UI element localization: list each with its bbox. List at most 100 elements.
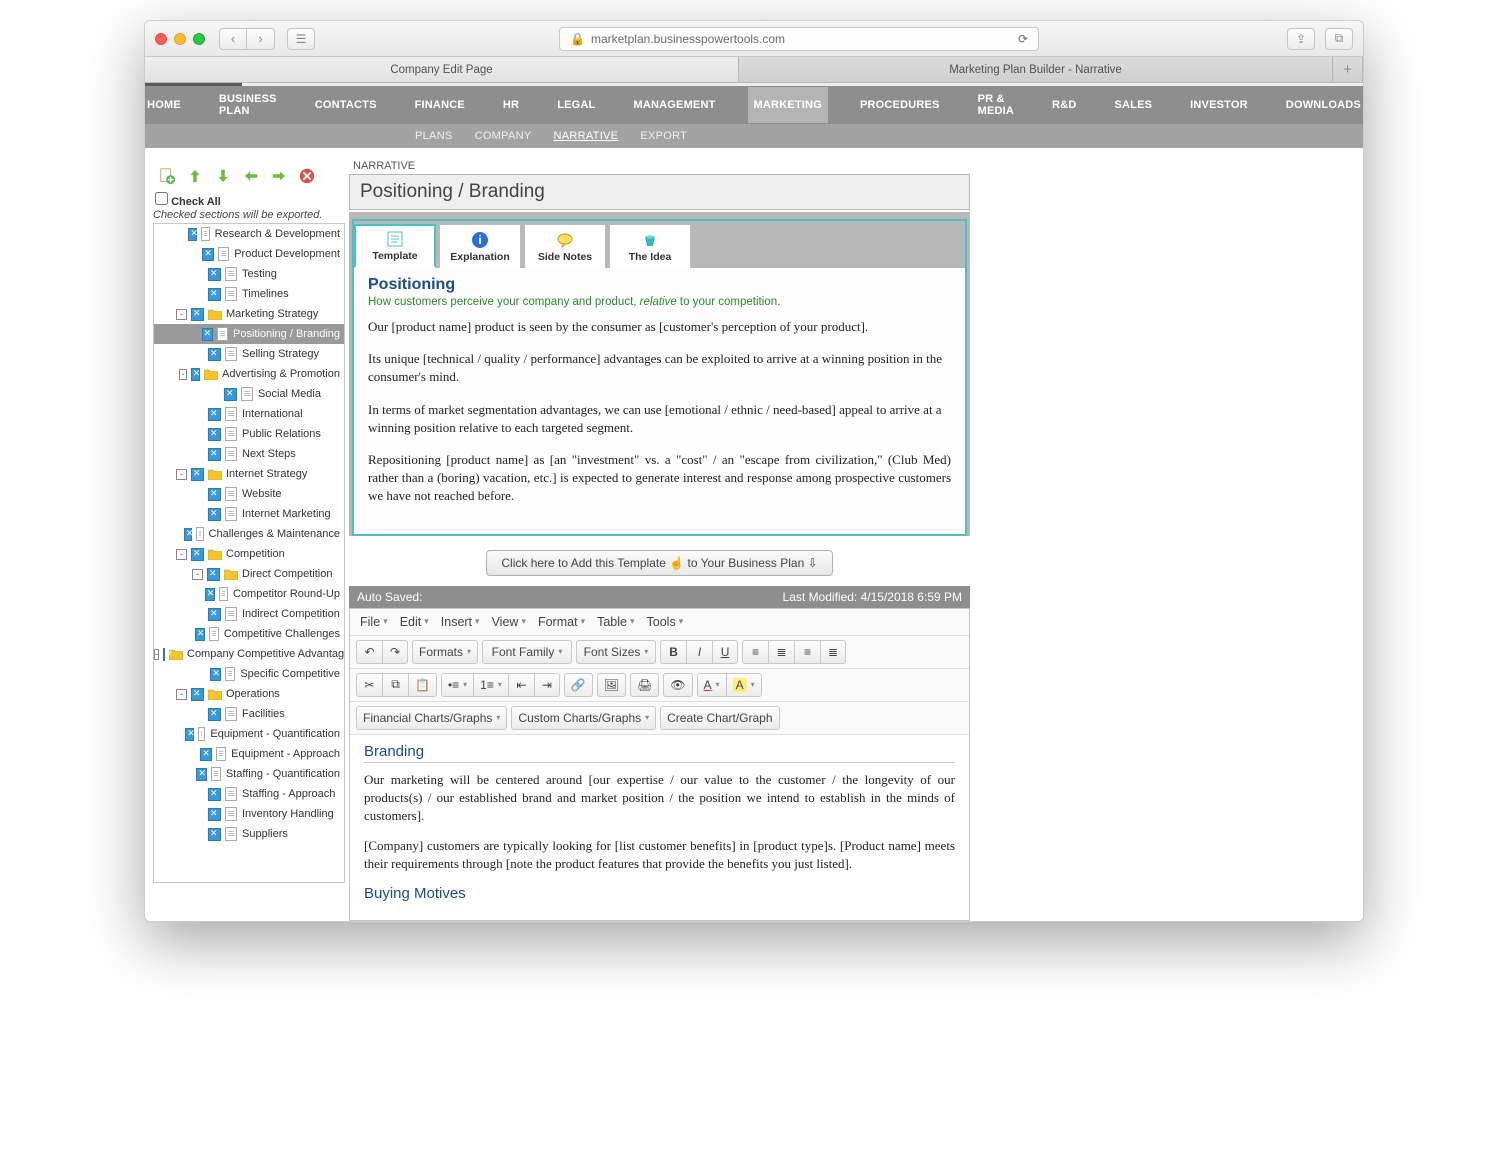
- editor-menu[interactable]: Table: [593, 613, 638, 631]
- tree-item[interactable]: -Internet Strategy: [154, 464, 344, 484]
- tree-item[interactable]: International: [154, 404, 344, 424]
- tree-item[interactable]: Next Steps: [154, 444, 344, 464]
- tree-item[interactable]: Staffing - Approach: [154, 784, 344, 804]
- align-left-icon[interactable]: ≡: [742, 640, 768, 664]
- underline-icon[interactable]: U: [712, 640, 738, 664]
- expand-icon[interactable]: -: [154, 649, 159, 660]
- align-center-icon[interactable]: ≣: [768, 640, 794, 664]
- formats-dropdown[interactable]: Formats: [412, 640, 478, 664]
- mainnav-item[interactable]: MARKETING: [748, 87, 828, 123]
- mainnav-item[interactable]: INVESTOR: [1184, 87, 1254, 123]
- tabs-icon[interactable]: ⧉: [1325, 28, 1353, 50]
- check-icon[interactable]: [208, 428, 221, 441]
- expand-icon[interactable]: -: [176, 469, 187, 480]
- tree-item[interactable]: -Advertising & Promotion: [154, 364, 344, 384]
- check-icon[interactable]: [191, 368, 200, 381]
- check-icon[interactable]: [208, 488, 221, 501]
- check-all-checkbox[interactable]: [155, 192, 168, 205]
- editor-menu[interactable]: Edit: [396, 613, 433, 631]
- mainnav-item[interactable]: PR & MEDIA: [972, 81, 1020, 129]
- tree-item[interactable]: Specific Competitive: [154, 664, 344, 684]
- card-tab[interactable]: Side Notes: [524, 224, 606, 268]
- tree-item[interactable]: Selling Strategy: [154, 344, 344, 364]
- check-icon[interactable]: [208, 828, 221, 841]
- check-icon[interactable]: [185, 728, 193, 741]
- check-icon[interactable]: [208, 508, 221, 521]
- forward-button[interactable]: ›: [247, 28, 275, 50]
- check-icon[interactable]: [208, 268, 221, 281]
- sidebar-toggle-icon[interactable]: ☰: [287, 28, 315, 50]
- move-left-icon[interactable]: [241, 166, 261, 186]
- subnav-item[interactable]: PLANS: [415, 130, 453, 142]
- tree-item[interactable]: Social Media: [154, 384, 344, 404]
- tree-item[interactable]: Competitive Challenges: [154, 624, 344, 644]
- tree-item[interactable]: Suppliers: [154, 824, 344, 844]
- tree-item[interactable]: Staffing - Quantification: [154, 764, 344, 784]
- editor-menu[interactable]: Insert: [437, 613, 484, 631]
- print-icon[interactable]: 🖨: [630, 673, 659, 697]
- expand-icon[interactable]: -: [176, 309, 187, 320]
- tree-item[interactable]: -Operations: [154, 684, 344, 704]
- fontfamily-dropdown[interactable]: Font Family: [482, 640, 572, 664]
- mainnav-item[interactable]: PROCEDURES: [854, 87, 946, 123]
- mainnav-item[interactable]: DOWNLOADS: [1280, 87, 1364, 123]
- expand-icon[interactable]: -: [192, 569, 203, 580]
- tree-item[interactable]: Challenges & Maintenance: [154, 524, 344, 544]
- card-tab[interactable]: Template: [354, 224, 436, 268]
- tree-item[interactable]: -Direct Competition: [154, 564, 344, 584]
- tree-item[interactable]: Timelines: [154, 284, 344, 304]
- financial-charts-dropdown[interactable]: Financial Charts/Graphs: [356, 706, 507, 730]
- link-icon[interactable]: 🔗: [564, 673, 593, 697]
- tree-item[interactable]: Testing: [154, 264, 344, 284]
- editor-menu[interactable]: Tools: [643, 613, 688, 631]
- move-down-icon[interactable]: [213, 166, 233, 186]
- tree-item[interactable]: Indirect Competition: [154, 604, 344, 624]
- back-button[interactable]: ‹: [219, 28, 247, 50]
- subnav-item[interactable]: NARRATIVE: [553, 130, 618, 142]
- mainnav-item[interactable]: MANAGEMENT: [627, 87, 721, 123]
- check-icon[interactable]: [208, 788, 221, 801]
- mainnav-item[interactable]: BUSINESS PLAN: [213, 81, 283, 129]
- new-tab-button[interactable]: +: [1333, 57, 1363, 82]
- italic-icon[interactable]: I: [686, 640, 712, 664]
- check-icon[interactable]: [208, 288, 221, 301]
- check-icon[interactable]: [191, 308, 204, 321]
- maximize-window-icon[interactable]: [193, 33, 205, 45]
- subnav-item[interactable]: EXPORT: [640, 130, 687, 142]
- tree-item[interactable]: -Company Competitive Advantages: [154, 644, 344, 664]
- text-color-icon[interactable]: A: [697, 673, 726, 697]
- check-icon[interactable]: [205, 588, 215, 601]
- mainnav-item[interactable]: FINANCE: [409, 87, 471, 123]
- align-right-icon[interactable]: ≡: [794, 640, 820, 664]
- mainnav-item[interactable]: CONTACTS: [309, 87, 383, 123]
- bullet-list-icon[interactable]: •≡: [441, 673, 473, 697]
- tree-item[interactable]: Positioning / Branding: [154, 324, 344, 344]
- bold-icon[interactable]: B: [660, 640, 686, 664]
- address-bar[interactable]: 🔒 marketplan.businesspowertools.com ⟳: [559, 27, 1039, 51]
- mainnav-item[interactable]: R&D: [1046, 87, 1082, 123]
- redo-icon[interactable]: ↷: [382, 640, 408, 664]
- tree-item[interactable]: Competitor Round-Up: [154, 584, 344, 604]
- tree-item[interactable]: Research & Development: [154, 224, 344, 244]
- tree-item[interactable]: Facilities: [154, 704, 344, 724]
- editor-body[interactable]: Branding Our marketing will be centered …: [350, 735, 969, 921]
- editor-menu[interactable]: View: [488, 613, 530, 631]
- image-icon[interactable]: 🖼: [597, 673, 626, 697]
- check-icon[interactable]: [188, 228, 197, 241]
- check-icon[interactable]: [210, 668, 221, 681]
- check-icon[interactable]: [184, 528, 192, 541]
- expand-icon[interactable]: -: [179, 369, 187, 380]
- check-icon[interactable]: [208, 808, 221, 821]
- mainnav-item[interactable]: LEGAL: [551, 87, 601, 123]
- check-icon[interactable]: [202, 248, 214, 261]
- editor-menu[interactable]: File: [356, 613, 392, 631]
- indent-icon[interactable]: ⇥: [534, 673, 560, 697]
- close-window-icon[interactable]: [155, 33, 167, 45]
- tree-item[interactable]: Public Relations: [154, 424, 344, 444]
- align-justify-icon[interactable]: ≣: [820, 640, 846, 664]
- copy-icon[interactable]: ⧉: [382, 673, 408, 697]
- check-icon[interactable]: [207, 568, 220, 581]
- move-up-icon[interactable]: [185, 166, 205, 186]
- delete-icon[interactable]: [297, 166, 317, 186]
- check-icon[interactable]: [208, 448, 221, 461]
